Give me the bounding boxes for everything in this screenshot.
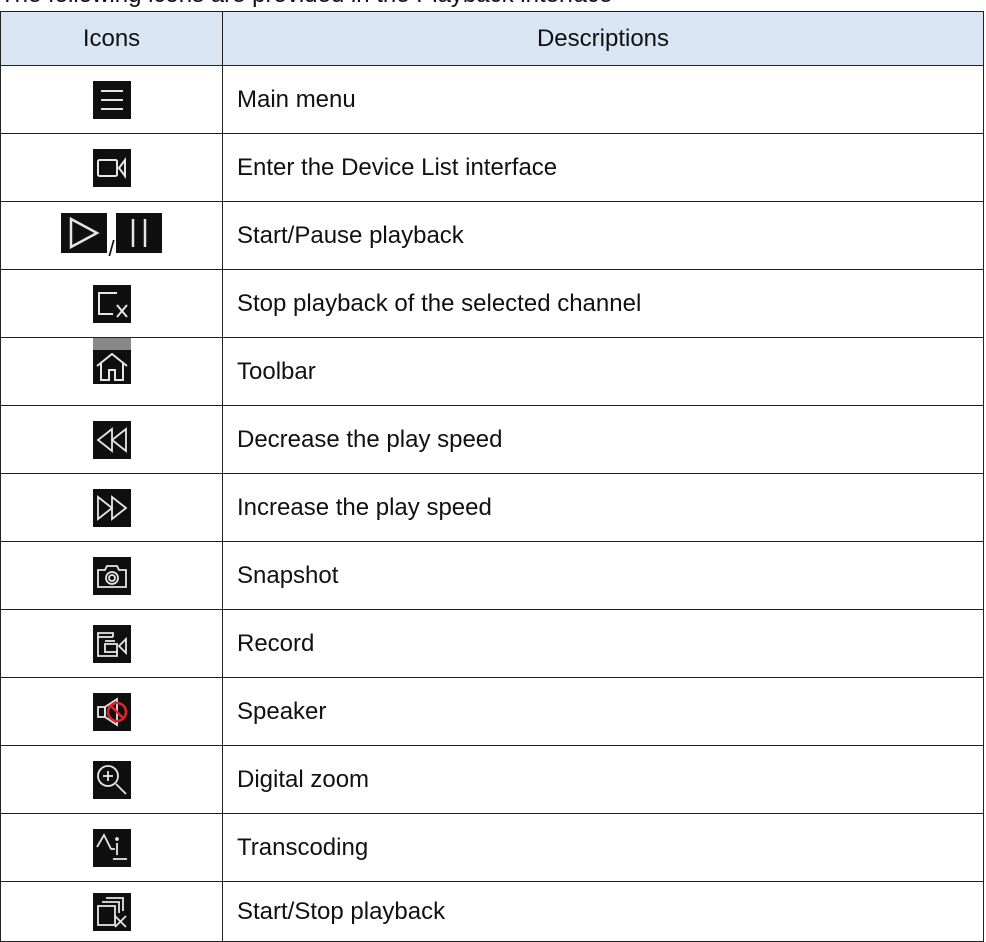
- camera-icon: [92, 556, 131, 595]
- icon-cell: [0, 813, 223, 882]
- rewind-icon: [92, 420, 131, 459]
- table-row: Snapshot: [0, 541, 984, 610]
- icon-cell: [0, 269, 223, 338]
- speaker-muted-icon: [92, 692, 131, 731]
- icon-cell: [0, 745, 223, 814]
- menu-icon: [92, 80, 131, 119]
- header-icons: Icons: [0, 11, 223, 66]
- table-row: Increase the play speed: [0, 473, 984, 542]
- header-descriptions: Descriptions: [222, 11, 984, 66]
- description-cell: Stop playback of the selected channel: [222, 269, 984, 338]
- description-cell: Snapshot: [222, 541, 984, 610]
- description-cell: Start/Pause playback: [222, 201, 984, 270]
- zoom-in-icon: [92, 760, 131, 799]
- icon-cell: /: [0, 201, 223, 270]
- table-row: Enter the Device List interface: [0, 133, 984, 202]
- description-cell: Enter the Device List interface: [222, 133, 984, 202]
- icon-cell: [0, 541, 223, 610]
- description-cell: Decrease the play speed: [222, 405, 984, 474]
- table-row: Speaker: [0, 677, 984, 746]
- description-cell: Main menu: [222, 65, 984, 134]
- table-row: Transcoding: [0, 813, 984, 882]
- icon-cell: [0, 881, 223, 942]
- description-cell: Digital zoom: [222, 745, 984, 814]
- description-cell: Increase the play speed: [222, 473, 984, 542]
- icon-cell: [0, 405, 223, 474]
- table-row: Decrease the play speed: [0, 405, 984, 474]
- icon-cell: [0, 473, 223, 542]
- icon-cell: [0, 677, 223, 746]
- table-row: Toolbar: [0, 337, 984, 406]
- description-cell: Transcoding: [222, 813, 984, 882]
- table-row: Digital zoom: [0, 745, 984, 814]
- icon-description-table: Icons Descriptions Main menu Enter the D…: [0, 11, 984, 942]
- play-icon: [61, 213, 108, 253]
- table-row: Record: [0, 609, 984, 678]
- icon-cell: [0, 609, 223, 678]
- table-header-row: Icons Descriptions: [0, 11, 984, 66]
- icon-separator: /: [108, 236, 115, 261]
- icon-cell: [0, 65, 223, 134]
- table-row: Stop playback of the selected channel: [0, 269, 984, 338]
- transcoding-icon: [92, 828, 131, 867]
- table-row: Start/Stop playback: [0, 881, 984, 942]
- description-cell: Toolbar: [222, 337, 984, 406]
- fast-forward-icon: [92, 488, 131, 527]
- table-row: Main menu: [0, 65, 984, 134]
- icon-cell: [0, 133, 223, 202]
- stop-channel-icon: [92, 284, 131, 323]
- intro-text: The following icons are provided in the …: [0, 0, 612, 10]
- description-cell: Speaker: [222, 677, 984, 746]
- start-stop-all-icon: [92, 892, 131, 931]
- description-cell: Record: [222, 609, 984, 678]
- pause-icon: [115, 213, 162, 253]
- toolbar-home-icon: [92, 338, 131, 384]
- icon-cell: [0, 337, 223, 406]
- description-cell: Start/Stop playback: [222, 881, 984, 942]
- device-list-icon: [92, 148, 131, 187]
- table-row: / Start/Pause playback: [0, 201, 984, 270]
- record-icon: [92, 624, 131, 663]
